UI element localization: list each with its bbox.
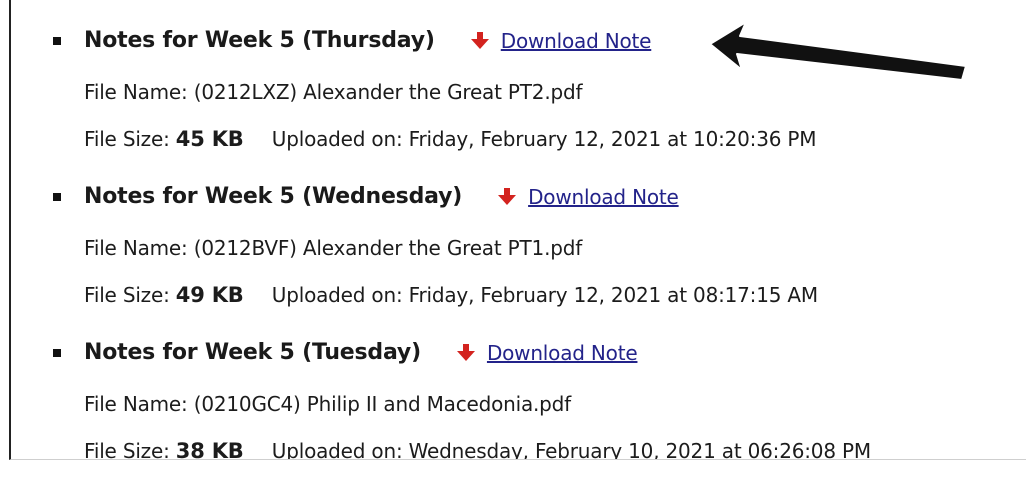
file-name-line: File Name: (0212BVF) Alexander the Great… xyxy=(84,236,582,260)
file-name-label: File Name: xyxy=(84,392,188,416)
annotation-arrow-icon xyxy=(709,21,967,81)
file-size-label: File Size: xyxy=(84,439,170,460)
file-name-line: File Name: (0210GC4) Philip II and Maced… xyxy=(84,392,571,416)
file-name-value: (0210GC4) Philip II and Macedonia.pdf xyxy=(193,392,572,416)
download-note-link[interactable]: Download Note xyxy=(455,341,638,365)
file-name-value: (0212BVF) Alexander the Great PT1.pdf xyxy=(193,236,583,260)
bullet-icon xyxy=(53,192,61,201)
file-size-line: File Size: 38 KB Uploaded on: Wednesday,… xyxy=(84,439,871,460)
download-arrow-icon xyxy=(498,187,517,205)
file-name-label: File Name: xyxy=(84,236,188,260)
file-size-line: File Size: 49 KB Uploaded on: Friday, Fe… xyxy=(84,283,818,307)
file-name-value: (0212LXZ) Alexander the Great PT2.pdf xyxy=(193,80,583,104)
download-note-label: Download Note xyxy=(500,28,652,53)
download-note-label: Download Note xyxy=(528,184,679,209)
uploaded-value: Friday, February 12, 2021 at 10:20:36 PM xyxy=(408,127,817,151)
uploaded-label: Uploaded on: xyxy=(271,439,403,460)
download-arrow-icon xyxy=(470,31,489,49)
bullet-icon xyxy=(53,36,61,45)
download-note-label: Download Note xyxy=(486,340,638,365)
note-title: Notes for Week 5 (Wednesday) xyxy=(84,184,463,209)
file-size-value: 38 KB xyxy=(175,439,244,460)
file-size-label: File Size: xyxy=(84,127,170,151)
note-title: Notes for Week 5 (Thursday) xyxy=(84,28,435,53)
note-title: Notes for Week 5 (Tuesday) xyxy=(84,340,421,365)
uploaded-label: Uploaded on: xyxy=(271,283,403,307)
list-item: Notes for Week 5 (Tuesday) Download Note… xyxy=(11,312,1026,460)
note-header: Notes for Week 5 (Wednesday) Download No… xyxy=(53,184,679,209)
file-name-label: File Name: xyxy=(84,80,188,104)
download-arrow-icon xyxy=(456,343,475,361)
list-item: Notes for Week 5 (Wednesday) Download No… xyxy=(11,156,1026,312)
uploaded-value: Friday, February 12, 2021 at 08:17:15 AM xyxy=(408,283,819,307)
file-size-value: 45 KB xyxy=(175,127,244,151)
download-note-link[interactable]: Download Note xyxy=(469,28,652,53)
bullet-icon xyxy=(53,348,61,357)
file-size-line: File Size: 45 KB Uploaded on: Friday, Fe… xyxy=(84,127,817,151)
file-name-line: File Name: (0212LXZ) Alexander the Great… xyxy=(84,80,583,104)
note-header: Notes for Week 5 (Tuesday) Download Note xyxy=(53,340,638,365)
file-size-value: 49 KB xyxy=(175,283,244,307)
file-size-label: File Size: xyxy=(84,283,170,307)
download-note-link[interactable]: Download Note xyxy=(496,185,679,209)
uploaded-value: Wednesday, February 10, 2021 at 06:26:08… xyxy=(408,439,871,460)
uploaded-label: Uploaded on: xyxy=(271,127,403,151)
note-header: Notes for Week 5 (Thursday) Download Not… xyxy=(53,28,651,53)
notes-panel: Notes for Week 5 (Thursday) Download Not… xyxy=(9,0,1026,460)
